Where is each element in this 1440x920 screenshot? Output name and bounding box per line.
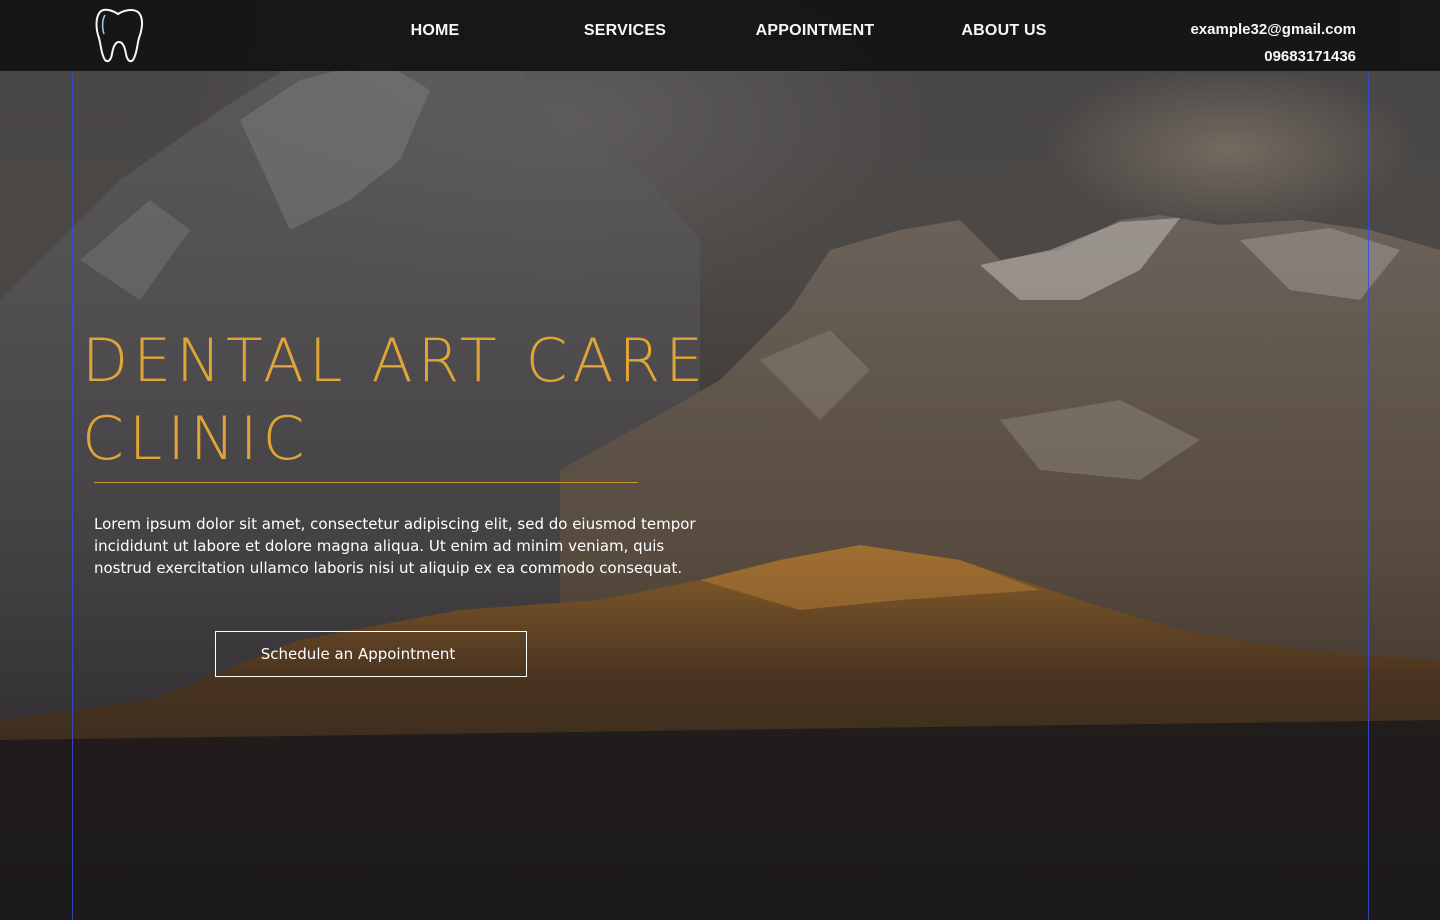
tooth-icon[interactable] (92, 6, 146, 64)
layout-guide-right (1368, 0, 1369, 920)
tooth-logo-icon (95, 8, 143, 63)
hero-title-line2: CLINIC (82, 404, 310, 474)
nav-services[interactable]: SERVICES (578, 22, 672, 40)
contact-phone[interactable]: 09683171436 (1190, 43, 1356, 70)
navbar: HOME SERVICES APPOINTMENT ABOUT US examp… (0, 0, 1440, 71)
hero-description: Lorem ipsum dolor sit amet, consectetur … (94, 515, 696, 577)
nav-appointment[interactable]: APPOINTMENT (746, 22, 884, 40)
nav-home[interactable]: HOME (398, 22, 472, 40)
layout-guide-left (72, 0, 73, 920)
contact-info: example32@gmail.com 09683171436 (1190, 16, 1356, 70)
hero-divider (94, 482, 638, 483)
nav-about-us[interactable]: ABOUT US (954, 22, 1054, 40)
hero-title-line1: DENTAL ART CARE (82, 326, 709, 396)
contact-email[interactable]: example32@gmail.com (1190, 16, 1356, 43)
hero-title: DENTAL ART CARE CLINIC (82, 322, 782, 478)
schedule-appointment-button[interactable]: Schedule an Appointment (215, 631, 527, 677)
